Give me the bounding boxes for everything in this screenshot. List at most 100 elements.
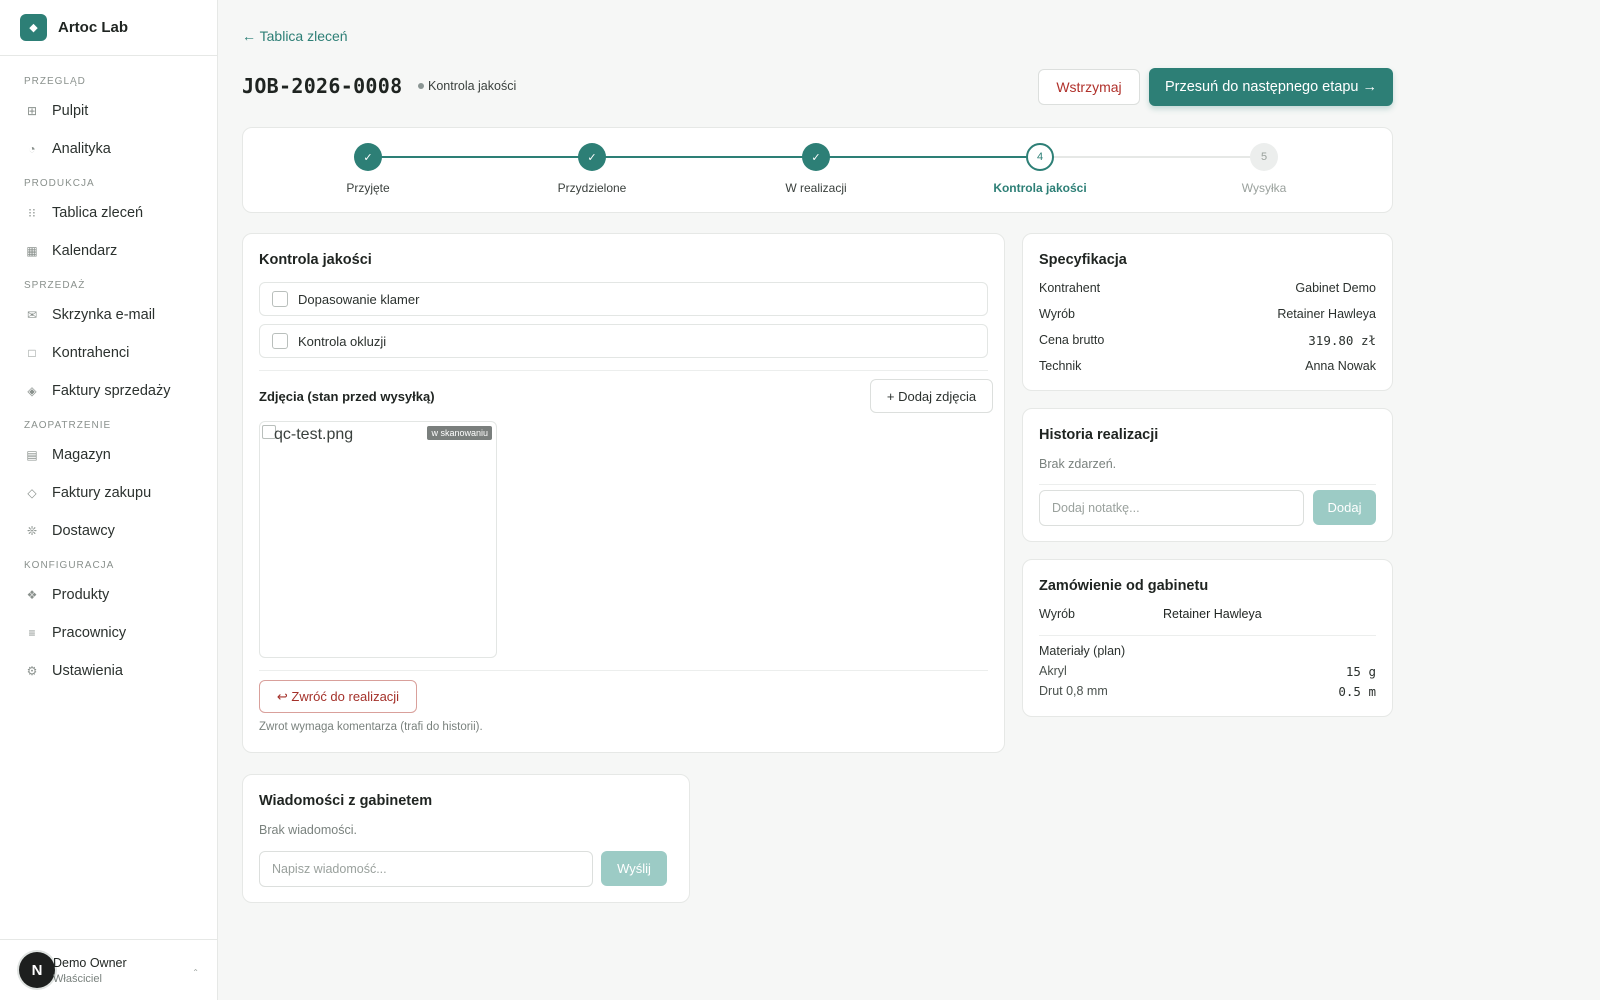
- spec-label: Technik: [1039, 359, 1082, 373]
- spec-row: Technik Anna Nowak: [1039, 359, 1376, 373]
- messages-empty: Brak wiadomości.: [259, 823, 357, 837]
- spec-value: 319.80 zł: [1308, 333, 1376, 348]
- message-input[interactable]: Napisz wiadomość...: [259, 851, 593, 887]
- sidebar-item-tablica-zlecen[interactable]: ⁝⁝ Tablica zleceń: [0, 194, 217, 232]
- divider: [259, 370, 988, 371]
- brand-name: Artoc Lab: [58, 19, 129, 36]
- nav-section-przeglad: PRZEGLĄD: [24, 75, 86, 87]
- check-label: Kontrola okluzji: [298, 333, 387, 349]
- materials-label: Materiały (plan): [1039, 644, 1126, 658]
- sidebar-item-kalendarz[interactable]: ▦ Kalendarz: [0, 232, 217, 270]
- material-qty: 0.5 m: [1338, 684, 1376, 699]
- spec-label: Kontrahent: [1039, 281, 1101, 295]
- material-name: Akryl: [1039, 664, 1067, 678]
- clinic-order-card: Zamówienie od gabinetu Wyrób Retainer Ha…: [1022, 559, 1393, 717]
- sidebar-item-label: Magazyn: [52, 447, 111, 463]
- spec-value: Anna Nowak: [1305, 359, 1376, 373]
- suppliers-icon: ❊: [26, 524, 38, 538]
- stepper-line: [1040, 156, 1264, 158]
- quality-control-card: Kontrola jakości Dopasowanie klamer Kont…: [242, 233, 1005, 753]
- check-item-kontrola-okluzji[interactable]: Kontrola okluzji: [259, 324, 988, 358]
- step-number: 5: [1250, 143, 1278, 171]
- material-name: Drut 0,8 mm: [1039, 684, 1108, 698]
- checkbox[interactable]: [272, 333, 288, 349]
- send-message-button[interactable]: Wyślij: [601, 851, 667, 886]
- return-note: Zwrot wymaga komentarza (trafi do histor…: [259, 721, 483, 733]
- sidebar: ◆ Artoc Lab PRZEGLĄD ⊞ Pulpit ◔ Analityk…: [0, 0, 218, 1000]
- settings-icon: ⚙: [26, 664, 38, 678]
- history-card: Historia realizacji Brak zdarzeń. Dodaj …: [1022, 408, 1393, 542]
- photo-thumbnail[interactable]: qc-test.png w skanowaniu: [259, 421, 497, 658]
- spec-value: Retainer Hawleya: [1277, 307, 1376, 321]
- user-name: Demo Owner: [53, 955, 127, 970]
- divider: [1039, 635, 1376, 636]
- sidebar-item-label: Pulpit: [52, 103, 89, 119]
- sidebar-item-magazyn[interactable]: ▤ Magazyn: [0, 436, 217, 474]
- sidebar-item-label: Produkty: [52, 587, 110, 603]
- dashboard-icon: ⊞: [26, 104, 38, 118]
- photos-label: Zdjęcia (stan przed wysyłką): [259, 389, 435, 404]
- next-stage-button[interactable]: Przesuń do następnego etapu →: [1149, 68, 1393, 106]
- user-info: Demo Owner Właściciel: [53, 956, 127, 985]
- sidebar-item-dostawcy[interactable]: ❊ Dostawcy: [0, 512, 217, 550]
- photo-filename: qc-test.png: [274, 426, 354, 443]
- sidebar-item-pracownicy[interactable]: ≡ Pracownicy: [0, 614, 217, 652]
- add-photos-button[interactable]: + Dodaj zdjęcia: [870, 379, 993, 413]
- status-badge: Kontrola jakości: [418, 79, 516, 93]
- calendar-icon: ▦: [26, 244, 38, 258]
- chevron-up-icon: ⌃: [192, 968, 199, 977]
- sidebar-item-label: Analityka: [52, 141, 111, 157]
- card-title: Wiadomości z gabinetem: [259, 793, 433, 809]
- sidebar-item-kontrahenci[interactable]: □ Kontrahenci: [0, 334, 217, 372]
- back-link[interactable]: ← Tablica zleceń: [242, 28, 348, 44]
- stepper-line: [368, 156, 592, 158]
- sidebar-item-analityka[interactable]: ◔ Analityka: [0, 130, 217, 168]
- note-input[interactable]: Dodaj notatkę...: [1039, 490, 1304, 526]
- card-title: Historia realizacji: [1039, 427, 1159, 443]
- sidebar-item-skrzynka-email[interactable]: ✉ Skrzynka e-mail: [0, 296, 217, 334]
- divider: [1039, 484, 1376, 485]
- user-menu[interactable]: N Demo Owner Właściciel ⌃: [0, 939, 217, 1000]
- step-label: Przyjęte: [346, 181, 390, 195]
- employees-icon: ≡: [28, 626, 36, 640]
- analytics-icon: ◔: [28, 142, 36, 156]
- divider: [259, 670, 988, 671]
- board-icon: ⁝⁝: [28, 206, 36, 220]
- spec-row: Wyrób Retainer Hawleya: [1039, 307, 1376, 321]
- add-note-button[interactable]: Dodaj: [1313, 490, 1376, 525]
- check-item-dopasowanie-klamer[interactable]: Dopasowanie klamer: [259, 282, 988, 316]
- step-number: 4: [1026, 143, 1054, 171]
- purchase-invoice-icon: ◇: [27, 486, 37, 500]
- return-to-production-button[interactable]: ↩ Zwróć do realizacji: [259, 680, 417, 713]
- sidebar-item-label: Tablica zleceń: [52, 205, 144, 221]
- check-icon: ✓: [578, 143, 606, 171]
- messages-card: Wiadomości z gabinetem Brak wiadomości. …: [242, 774, 690, 903]
- pause-button[interactable]: Wstrzymaj: [1038, 69, 1140, 105]
- brand[interactable]: ◆ Artoc Lab: [0, 0, 217, 56]
- order-product-label: Wyrób: [1039, 607, 1076, 621]
- sidebar-item-label: Pracownicy: [52, 625, 127, 641]
- sidebar-item-label: Kontrahenci: [52, 345, 130, 361]
- nav-section-produkcja: PRODUKCJA: [24, 177, 95, 189]
- sidebar-item-pulpit[interactable]: ⊞ Pulpit: [0, 92, 217, 130]
- sidebar-item-label: Kalendarz: [52, 243, 118, 259]
- status-dot-icon: [418, 83, 424, 89]
- sidebar-item-label: Faktury sprzedaży: [52, 383, 171, 399]
- sidebar-item-label: Skrzynka e-mail: [52, 307, 156, 323]
- material-row: Akryl 15 g: [1039, 664, 1376, 679]
- step-label: Wysyłka: [1241, 181, 1287, 195]
- sidebar-item-faktury-zakupu[interactable]: ◇ Faktury zakupu: [0, 474, 217, 512]
- sidebar-item-produkty[interactable]: ❖ Produkty: [0, 576, 217, 614]
- sidebar-item-ustawienia[interactable]: ⚙ Ustawienia: [0, 652, 217, 690]
- sidebar-item-label: Faktury zakupu: [52, 485, 152, 501]
- card-title: Zamówienie od gabinetu: [1039, 578, 1209, 594]
- mail-icon: ✉: [26, 308, 38, 322]
- step-wysylka: 5 Wysyłka: [1204, 143, 1324, 195]
- sidebar-item-faktury-sprzedazy[interactable]: ◈ Faktury sprzedaży: [0, 372, 217, 410]
- step-w-realizacji: ✓ W realizacji: [756, 143, 876, 195]
- checkbox[interactable]: [272, 291, 288, 307]
- check-label: Dopasowanie klamer: [298, 291, 420, 307]
- specification-card: Specyfikacja Kontrahent Gabinet Demo Wyr…: [1022, 233, 1393, 391]
- status-label: Kontrola jakości: [428, 79, 517, 93]
- progress-stepper: ✓ Przyjęte ✓ Przydzielone ✓ W realizacji…: [242, 127, 1393, 213]
